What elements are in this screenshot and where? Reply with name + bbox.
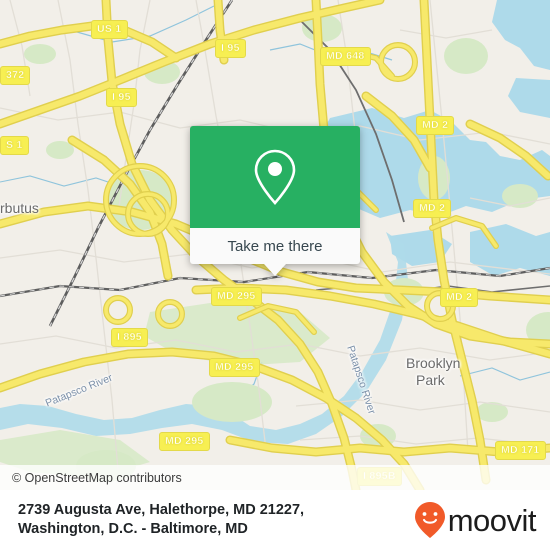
- shield-md-372: 372: [0, 66, 31, 85]
- footer-bar: 2739 Augusta Ave, Halethorpe, MD 21227, …: [0, 490, 550, 550]
- address-line-1: 2739 Augusta Ave, Halethorpe, MD 21227,: [18, 502, 305, 518]
- shield-md-171: MD 171: [495, 441, 546, 460]
- shield-md-295-mid: MD 295: [209, 358, 260, 377]
- moovit-wordmark: moovit: [447, 502, 537, 538]
- map-callout-card[interactable]: Take me there: [190, 126, 360, 276]
- callout-header: [190, 126, 360, 228]
- shield-i-95-west: I 95: [106, 88, 137, 107]
- take-me-there-button[interactable]: Take me there: [190, 228, 360, 264]
- shield-md-295-north: MD 295: [211, 287, 262, 306]
- moovit-logo[interactable]: moovit: [414, 501, 537, 539]
- shield-us-1-west: S 1: [0, 136, 29, 155]
- shield-md-295-south: MD 295: [159, 432, 210, 451]
- place-label-arbutus: rbutus: [0, 200, 39, 216]
- shield-md-2-mid: MD 2: [413, 199, 452, 218]
- callout-tail: [264, 264, 286, 276]
- shield-md-2-north: MD 2: [416, 116, 455, 135]
- place-label-park: Park: [416, 372, 445, 388]
- shield-md-648: MD 648: [320, 47, 371, 66]
- map-canvas[interactable]: 372 US 1 I 95 MD 648 I 95 S 1 MD 2 MD 2 MD 295 MD…: [0, 0, 550, 490]
- shield-i-95-north: I 95: [215, 39, 246, 58]
- shield-md-2-south: MD 2: [440, 288, 479, 307]
- moovit-smiley-pin-icon: [414, 502, 445, 538]
- screenshot-root: 372 US 1 I 95 MD 648 I 95 S 1 MD 2 MD 2 MD 295 MD…: [0, 0, 550, 550]
- shield-i-895: I 895: [111, 328, 148, 347]
- osm-attribution-text[interactable]: © OpenStreetMap contributors: [12, 471, 182, 485]
- address-line-2: Washington, D.C. - Baltimore, MD: [18, 521, 248, 537]
- location-pin-icon: [254, 149, 296, 205]
- place-label-brooklyn: Brooklyn: [406, 355, 461, 371]
- take-me-there-label: Take me there: [227, 237, 323, 255]
- address-block: 2739 Augusta Ave, Halethorpe, MD 21227, …: [18, 501, 304, 539]
- map-attribution-bar: © OpenStreetMap contributors: [0, 465, 550, 490]
- shield-us-1: US 1: [91, 20, 128, 39]
